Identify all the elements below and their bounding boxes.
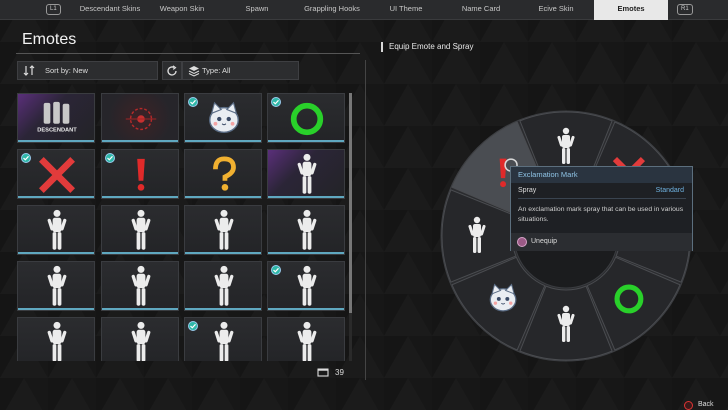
pose-figure-icon [131, 321, 151, 361]
emote-grid-item[interactable] [184, 261, 262, 311]
question-mark-icon [213, 156, 236, 191]
b-button-icon [517, 237, 527, 247]
sort-dropdown[interactable]: Sort by: New [17, 61, 158, 80]
grid-scrollbar[interactable] [349, 93, 352, 361]
inventory-box-icon [317, 368, 329, 377]
tooltip-divider [518, 198, 686, 199]
tab-descendant-skins[interactable]: Descendant Skins [70, 0, 150, 20]
category-tab-bar: L1 Descendant Skins Weapon Skin Spawn Gr… [0, 0, 728, 20]
emote-grid-item[interactable] [184, 93, 262, 143]
refresh-icon [167, 65, 177, 76]
tooltip-item-grade: Standard [655, 187, 684, 194]
tab-name-card[interactable]: Name Card [446, 0, 516, 20]
l1-button-hint[interactable]: L1 [46, 4, 61, 15]
equipped-check-icon [105, 153, 115, 163]
unequip-label: Unequip [531, 238, 558, 245]
type-filter-label: Type: All [202, 66, 231, 75]
type-filter-dropdown[interactable]: Type: All [182, 61, 299, 80]
emote-grid-item[interactable] [267, 317, 345, 361]
layers-icon [188, 66, 200, 77]
pose-figure-icon [297, 153, 317, 194]
emote-grid-item[interactable] [101, 205, 179, 255]
circle-button-icon [684, 401, 693, 410]
pose-figure-icon [214, 265, 234, 306]
emote-grid-item[interactable] [184, 205, 262, 255]
emote-grid-item[interactable] [184, 149, 262, 199]
tab-ecive-skin[interactable]: Ecive Skin [522, 0, 590, 20]
back-label: Back [698, 401, 714, 408]
emote-count: 39 [335, 368, 344, 377]
tab-ui-theme[interactable]: UI Theme [374, 0, 438, 20]
emote-grid-item[interactable] [101, 261, 179, 311]
panel-divider [365, 60, 366, 380]
tab-weapon-skin[interactable]: Weapon Skin [150, 0, 214, 20]
page-title: Emotes [22, 31, 77, 48]
pose-figure-icon [47, 321, 67, 361]
equipped-check-icon [188, 321, 198, 331]
sort-label: Sort by: New [45, 66, 88, 75]
emote-grid-item[interactable] [101, 93, 179, 143]
sort-icon [23, 65, 35, 76]
pose-figure-icon [47, 209, 67, 250]
pose-figure-icon [297, 321, 317, 361]
emote-grid-item[interactable] [267, 205, 345, 255]
equipped-check-icon [21, 153, 31, 163]
emote-grid-item[interactable] [17, 317, 95, 361]
tab-emotes[interactable]: Emotes [594, 0, 668, 20]
emote-grid-item[interactable] [267, 261, 345, 311]
tooltip-item-name: Exclamation Mark [511, 167, 692, 183]
tab-spawn[interactable]: Spawn [224, 0, 290, 20]
reset-filter-button[interactable] [162, 61, 182, 80]
emote-grid-item[interactable] [267, 93, 345, 143]
pose-figure-icon [214, 209, 234, 250]
pose-figure-icon [47, 265, 67, 306]
unequip-button[interactable]: Unequip [511, 233, 692, 251]
emote-grid-item[interactable]: DESCENDANT [17, 93, 95, 143]
equipped-check-icon [271, 265, 281, 275]
equipped-check-icon [188, 97, 198, 107]
emote-grid-item[interactable] [17, 205, 95, 255]
equipped-check-icon [271, 97, 281, 107]
tooltip-description: An exclamation mark spray that can be us… [518, 206, 684, 223]
scrollbar-thumb[interactable] [349, 93, 352, 313]
pose-figure-icon [297, 209, 317, 250]
emote-grid-item[interactable] [17, 261, 95, 311]
cat-sticker-icon [489, 283, 517, 312]
title-divider [16, 53, 360, 54]
emote-grid-item[interactable] [17, 149, 95, 199]
target-spray-icon [125, 107, 157, 131]
r1-button-hint[interactable]: R1 [677, 4, 693, 15]
emote-grid-item[interactable] [101, 317, 179, 361]
tab-grappling-hooks[interactable]: Grappling Hooks [295, 0, 369, 20]
svg-text:DESCENDANT: DESCENDANT [37, 127, 77, 133]
emote-grid-item[interactable] [267, 149, 345, 199]
item-tooltip: Exclamation Mark Spray Standard An excla… [510, 166, 693, 251]
emote-grid-item[interactable] [101, 149, 179, 199]
tooltip-item-type: Spray [518, 187, 537, 194]
equip-section-title: Equip Emote and Spray [381, 42, 474, 52]
emote-grid-item[interactable] [184, 317, 262, 361]
pose-figure-icon [131, 265, 151, 306]
pose-figure-icon [131, 209, 151, 250]
back-button[interactable]: Back [684, 400, 728, 410]
descendant-logo-icon: DESCENDANT [37, 101, 77, 133]
emote-grid: DESCENDANT [17, 93, 347, 361]
